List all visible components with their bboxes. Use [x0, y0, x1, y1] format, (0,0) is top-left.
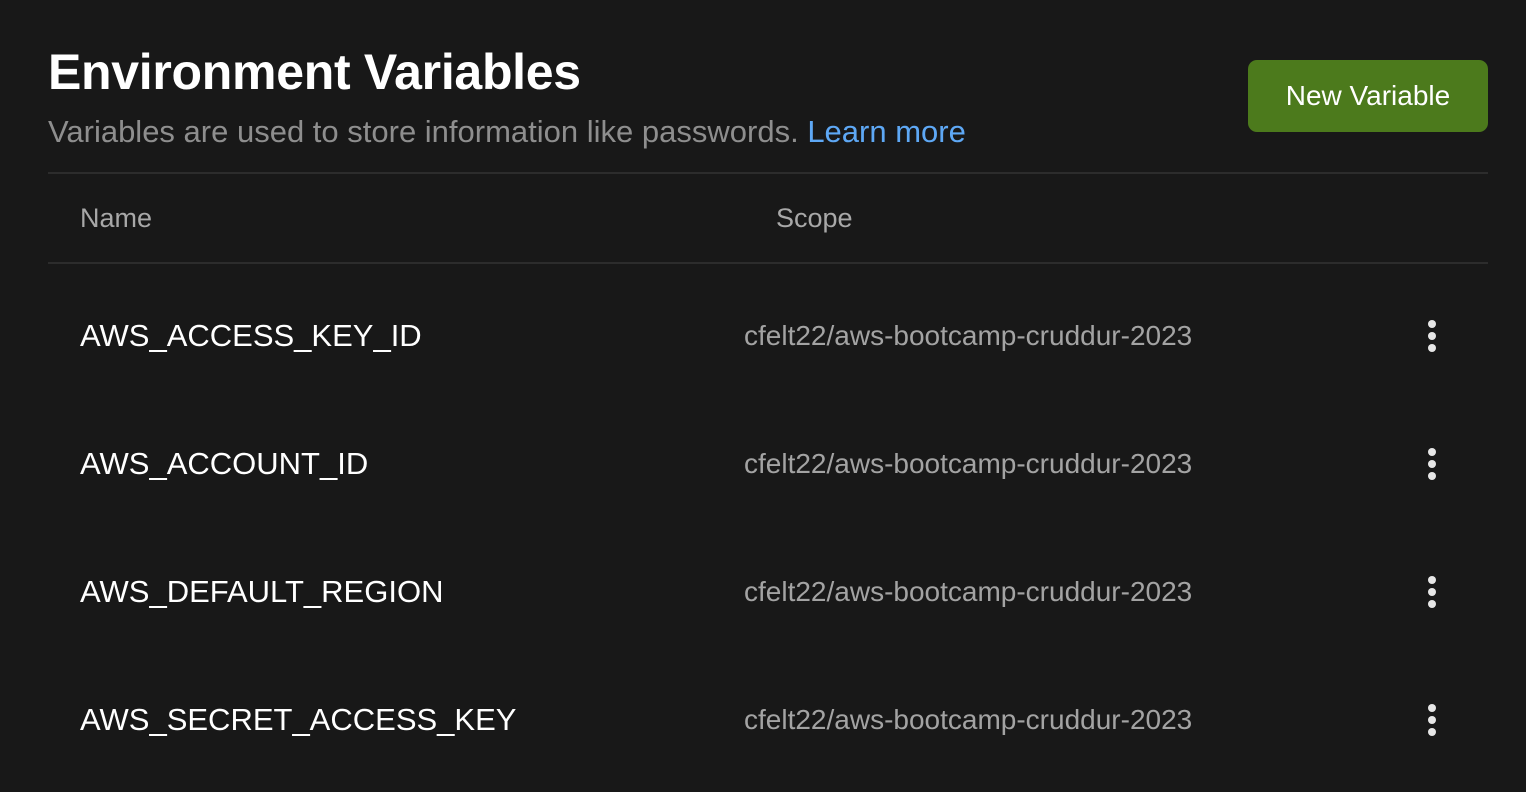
more-vertical-icon [1428, 704, 1436, 736]
row-menu-button[interactable] [1416, 444, 1448, 484]
learn-more-link[interactable]: Learn more [807, 114, 966, 149]
variable-name: AWS_DEFAULT_REGION [80, 574, 444, 609]
table-header-divider [48, 262, 1488, 264]
variables-table-body: AWS_ACCESS_KEY_ID cfelt22/aws-bootcamp-c… [0, 272, 1526, 784]
table-row: AWS_SECRET_ACCESS_KEY cfelt22/aws-bootca… [0, 656, 1526, 784]
table-row: AWS_DEFAULT_REGION cfelt22/aws-bootcamp-… [0, 528, 1526, 656]
column-header-scope: Scope [776, 203, 853, 233]
new-variable-button[interactable]: New Variable [1248, 60, 1488, 132]
table-row: AWS_ACCESS_KEY_ID cfelt22/aws-bootcamp-c… [0, 272, 1526, 400]
more-vertical-icon [1428, 448, 1436, 480]
row-menu-button[interactable] [1416, 572, 1448, 612]
row-menu-button[interactable] [1416, 316, 1448, 356]
more-vertical-icon [1428, 576, 1436, 608]
page-subtitle: Variables are used to store information … [48, 112, 966, 152]
subtitle-text: Variables are used to store information … [48, 114, 799, 149]
variable-scope: cfelt22/aws-bootcamp-cruddur-2023 [744, 576, 1193, 607]
variable-name: AWS_ACCOUNT_ID [80, 446, 369, 481]
table-row: AWS_ACCOUNT_ID cfelt22/aws-bootcamp-crud… [0, 400, 1526, 528]
header-divider [48, 172, 1488, 174]
variable-scope: cfelt22/aws-bootcamp-cruddur-2023 [744, 704, 1193, 735]
environment-variables-page: Environment Variables Variables are used… [0, 0, 1526, 792]
variable-name: AWS_ACCESS_KEY_ID [80, 318, 422, 353]
variable-scope: cfelt22/aws-bootcamp-cruddur-2023 [744, 448, 1193, 479]
page-title: Environment Variables [48, 44, 581, 100]
variable-scope: cfelt22/aws-bootcamp-cruddur-2023 [744, 320, 1193, 351]
variable-name: AWS_SECRET_ACCESS_KEY [80, 702, 517, 737]
row-menu-button[interactable] [1416, 700, 1448, 740]
column-header-name: Name [80, 203, 153, 233]
more-vertical-icon [1428, 320, 1436, 352]
